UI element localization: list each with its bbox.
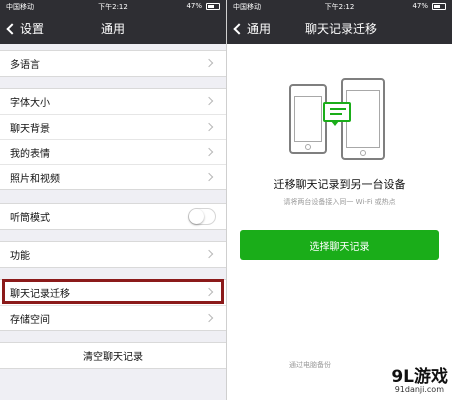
chevron-left-icon (233, 22, 245, 35)
watermark-logo: 9L游戏 (391, 367, 448, 387)
battery-icon (206, 3, 220, 10)
back-button[interactable]: 通用 (233, 20, 271, 37)
row-storage[interactable]: 存储空间 (0, 305, 226, 330)
general-settings-screen: 中国移动 下午2:12 47% 设置 通用 多语言 字体大小 聊天背景 我的表情 (0, 0, 226, 400)
row-label: 清空聊天记录 (83, 352, 143, 363)
backup-via-pc-link[interactable]: 通过电脑备份 (289, 360, 331, 370)
watermark-url: 91danji.com (394, 385, 444, 394)
settings-group-features: 功能 (0, 241, 226, 268)
chat-migration-screen: 中国移动 下午2:12 47% 通用 聊天记录迁移 迁移聊天记录到另一台设备 请… (226, 0, 452, 400)
row-photos-videos[interactable]: 照片和视频 (0, 164, 226, 189)
chevron-right-icon (204, 313, 214, 323)
page-title: 聊天记录迁移 (305, 22, 378, 36)
back-label: 通用 (247, 22, 272, 36)
status-bar: 中国移动 下午2:12 47% (227, 0, 452, 12)
row-label: 多语言 (10, 60, 40, 71)
settings-group-clear: 清空聊天记录 (0, 342, 226, 369)
nav-bar: 设置 通用 (0, 12, 226, 44)
chevron-right-icon (204, 147, 214, 157)
earpiece-mode-toggle[interactable] (188, 208, 216, 225)
battery-percent: 47% (186, 2, 202, 10)
row-label: 功能 (10, 251, 30, 262)
row-my-stickers[interactable]: 我的表情 (0, 139, 226, 164)
row-label: 听筒模式 (10, 213, 50, 224)
row-label: 我的表情 (10, 148, 50, 160)
chevron-right-icon (204, 58, 214, 68)
chevron-right-icon (204, 96, 214, 106)
chevron-right-icon (204, 122, 214, 132)
row-earpiece-mode: 听筒模式 (0, 204, 226, 229)
row-features[interactable]: 功能 (0, 242, 226, 267)
clear-chat-button[interactable]: 清空聊天记录 (0, 343, 226, 368)
message-bubble-icon (323, 102, 351, 126)
migration-heading: 迁移聊天记录到另一台设备 (273, 178, 406, 191)
status-bar: 中国移动 下午2:12 47% (0, 0, 226, 12)
nav-bar: 通用 聊天记录迁移 (227, 12, 452, 44)
row-chat-background[interactable]: 聊天背景 (0, 114, 226, 139)
migration-subtitle: 请将两台设备接入同一 Wi-Fi 或热点 (283, 198, 396, 206)
row-label: 存储空间 (10, 314, 50, 326)
highlight-box (2, 279, 224, 304)
row-label: 照片和视频 (10, 173, 60, 185)
row-language[interactable]: 多语言 (0, 51, 226, 76)
battery-percent: 47% (412, 2, 428, 10)
row-label: 字体大小 (10, 98, 50, 109)
button-label: 选择聊天记录 (309, 241, 370, 253)
phone-transfer-illustration (287, 78, 397, 160)
select-chat-history-button[interactable]: 选择聊天记录 (240, 230, 439, 260)
row-label: 聊天背景 (10, 123, 50, 135)
settings-group-language: 多语言 (0, 50, 226, 77)
chevron-right-icon (204, 249, 214, 259)
page-title: 通用 (100, 22, 125, 36)
row-font-size[interactable]: 字体大小 (0, 89, 226, 114)
settings-group-earpiece: 听筒模式 (0, 203, 226, 230)
site-watermark: 9L游戏 91danji.com (360, 362, 448, 398)
chevron-right-icon (204, 172, 214, 182)
settings-group-display: 字体大小 聊天背景 我的表情 照片和视频 (0, 88, 226, 190)
toggle-knob (189, 209, 204, 224)
battery-icon (432, 3, 446, 10)
phone-icon (289, 84, 327, 154)
